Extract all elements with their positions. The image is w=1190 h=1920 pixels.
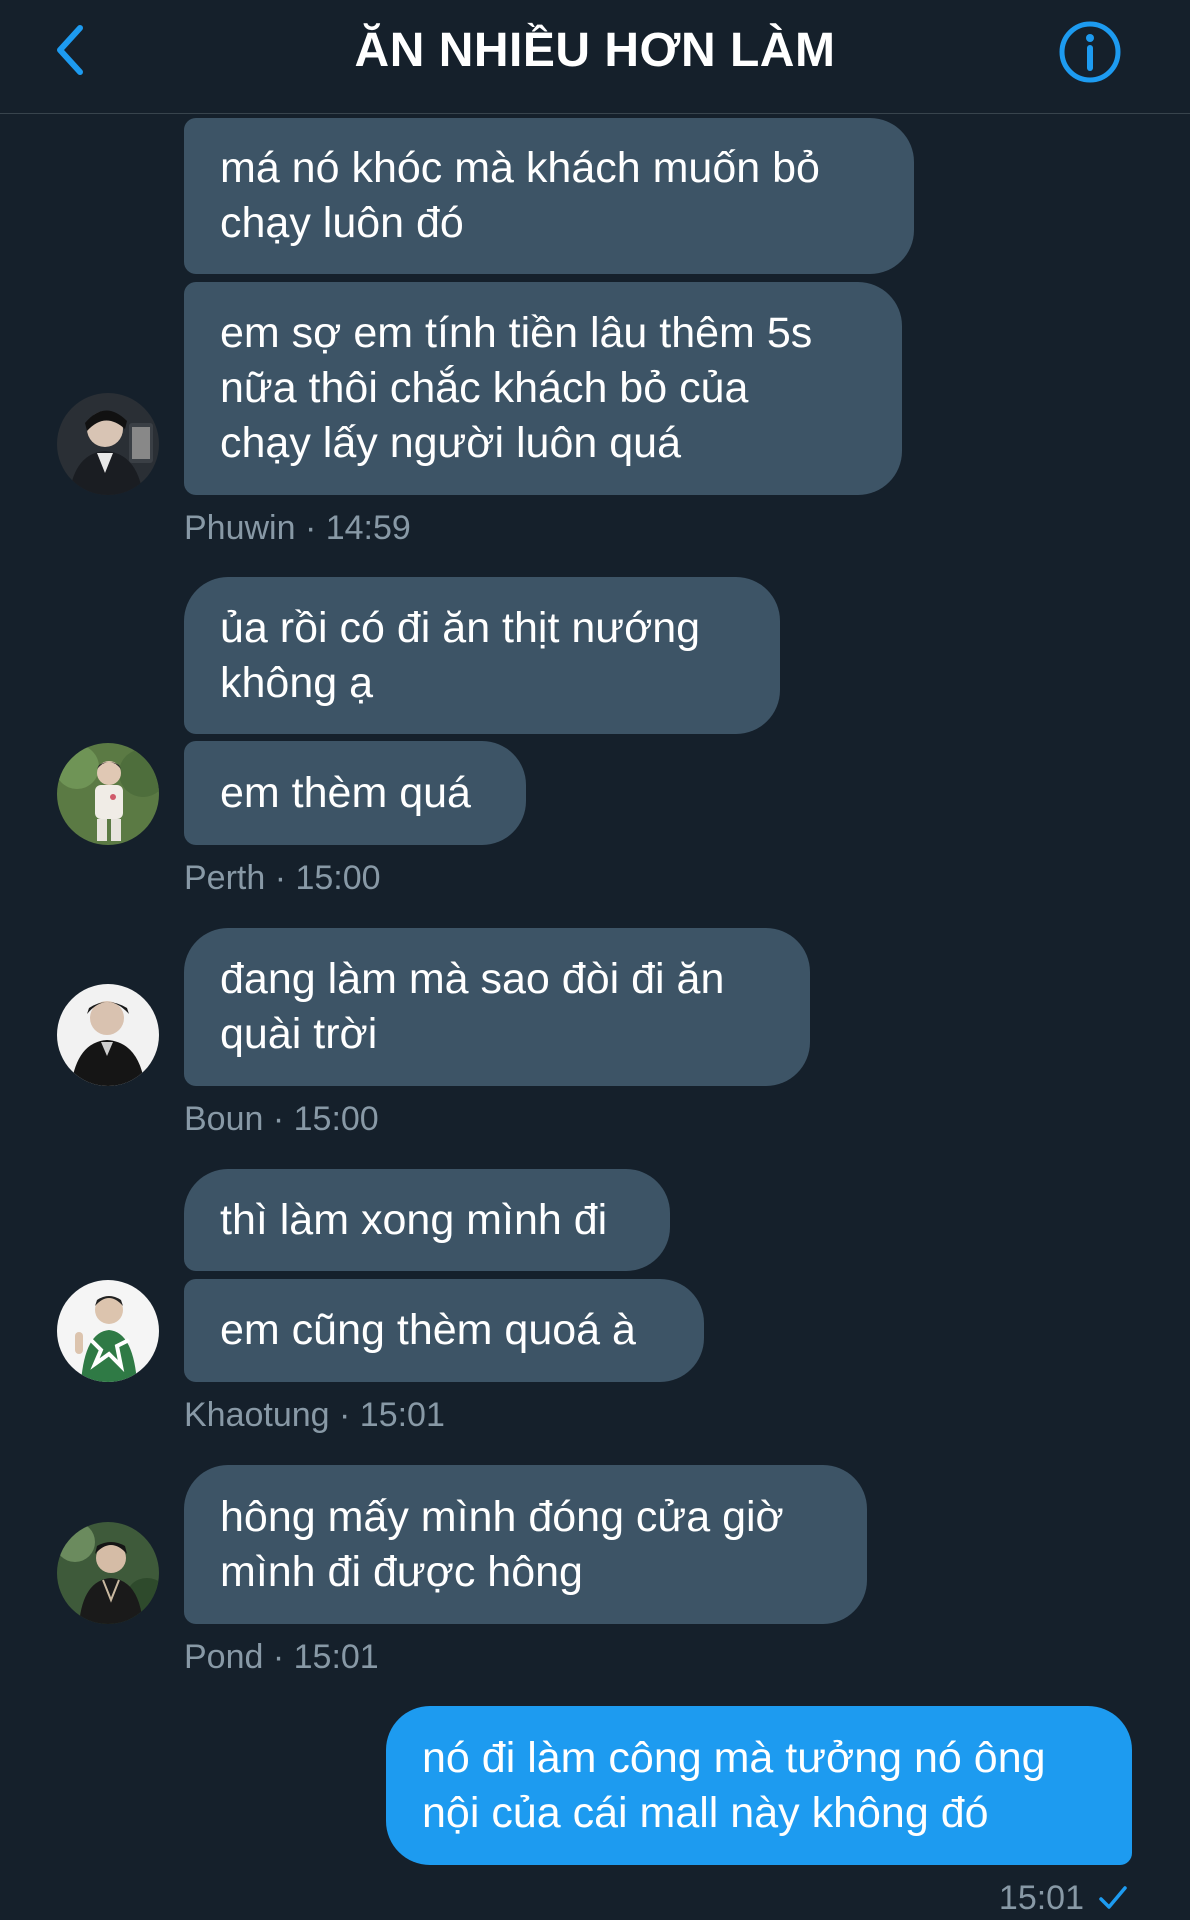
- message-meta: Phuwin · 14:59: [184, 509, 411, 547]
- message-meta: Boun · 15:00: [184, 1100, 379, 1138]
- avatar-khaotung[interactable]: [57, 1280, 159, 1382]
- my-message-bubble[interactable]: nó đi làm công mà tưởng nó ông nội của c…: [386, 1706, 1132, 1865]
- message-meta: Perth · 15:00: [184, 859, 381, 897]
- avatar-pond[interactable]: [57, 1522, 159, 1624]
- message-text: đang làm mà sao đòi đi ăn quài trời: [220, 955, 725, 1058]
- conversation-title: ĂN NHIỀU HƠN LÀM: [354, 24, 836, 77]
- message-text: em cũng thèm quoá à: [220, 1306, 636, 1354]
- avatar-perth[interactable]: [57, 743, 159, 845]
- message-text: thì làm xong mình đi: [220, 1195, 608, 1244]
- message-bubble[interactable]: thì làm xong mình đi: [184, 1169, 670, 1271]
- message-bubble[interactable]: hông mấy mình đóng cửa giờ mình đi được …: [184, 1465, 867, 1624]
- message-text: hông mấy mình đóng cửa giờ mình đi được …: [220, 1492, 784, 1596]
- message-text: nó đi làm công mà tưởng nó ông nội của c…: [422, 1733, 1046, 1837]
- my-message-meta: 15:01: [999, 1878, 1128, 1918]
- message-time: 15:01: [998, 1879, 1084, 1917]
- conversation-header: ĂN NHIỀU HƠN LÀM: [0, 0, 1190, 114]
- check-icon: [1099, 1886, 1127, 1909]
- message-text: ủa rồi có đi ăn thịt nướng không ạ: [220, 603, 701, 707]
- message-bubble[interactable]: má nó khóc mà khách muốn bỏ chạy luôn đó: [184, 118, 914, 274]
- message-bubble[interactable]: em cũng thèm quoá à: [184, 1279, 704, 1382]
- avatar-phuwin[interactable]: [57, 393, 159, 495]
- info-icon: [1059, 21, 1121, 83]
- message-text: má nó khóc mà khách muốn bỏ chạy luôn đó: [220, 144, 820, 247]
- message-meta: Khaotung · 15:01: [184, 1396, 445, 1434]
- message-bubble[interactable]: em thèm quá: [184, 741, 526, 845]
- message-bubble[interactable]: đang làm mà sao đòi đi ăn quài trời: [184, 928, 810, 1086]
- message-text: em sợ em tính tiền lâu thêm 5s nữa thôi …: [220, 309, 813, 467]
- message-meta: Pond · 15:01: [184, 1638, 379, 1676]
- info-button[interactable]: [1058, 20, 1122, 84]
- message-bubble[interactable]: ủa rồi có đi ăn thịt nướng không ạ: [184, 577, 780, 734]
- avatar-boun[interactable]: [57, 984, 159, 1086]
- message-bubble[interactable]: em sợ em tính tiền lâu thêm 5s nữa thôi …: [184, 282, 902, 495]
- message-text: em thèm quá: [220, 768, 471, 817]
